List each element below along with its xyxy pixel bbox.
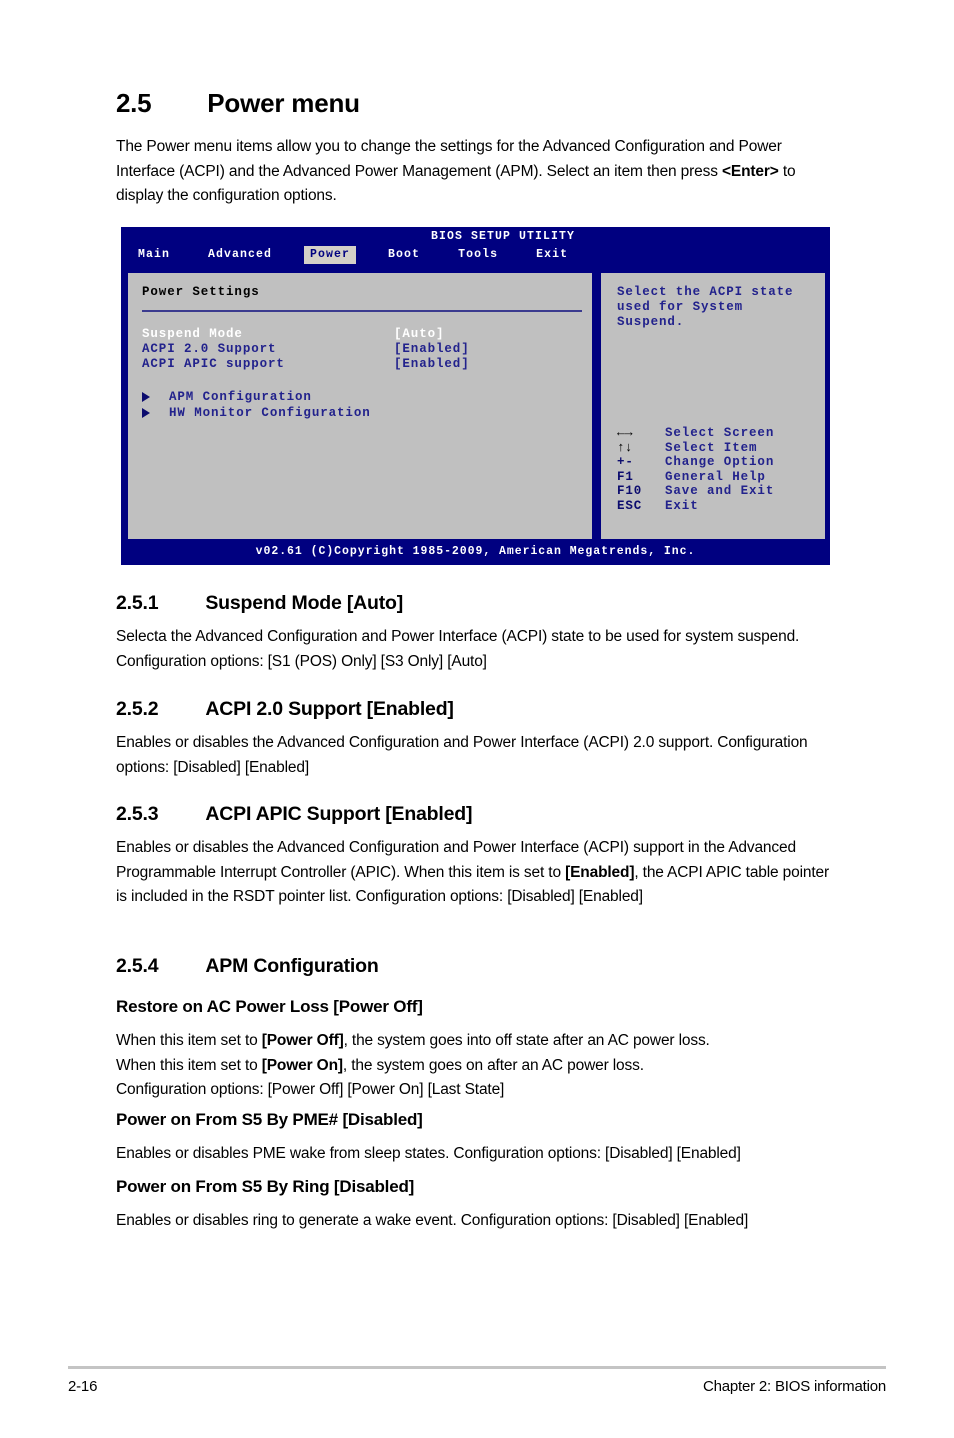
bios-option-acpi-20-support[interactable]: ACPI 2.0 Support [Enabled] [142, 342, 582, 357]
section-number: 2.5 [116, 88, 152, 118]
bios-option-suspend-mode[interactable]: Suspend Mode [Auto] [142, 327, 582, 342]
legend-item-save-and-exit: F10 Save and Exit [617, 484, 807, 499]
intro-enter-key: <Enter> [722, 162, 779, 180]
footer-chapter-label: Chapter 2: BIOS information [702, 1378, 886, 1395]
heading-2-5-4: 2.5.4 APM Configuration [116, 955, 856, 978]
subsection-title: ACPI 2.0 Support [Enabled] [205, 698, 454, 720]
tab-power[interactable]: Power [304, 246, 357, 264]
legend-key: ESC [617, 498, 643, 513]
submenu-arrow-icon [142, 392, 150, 402]
paragraph-power-on-from-s5-by-ring: Enables or disables ring to generate a w… [116, 1212, 749, 1229]
bios-key-legend: ←→ Select Screen ↑↓ Select Item +- Chang… [617, 425, 807, 514]
paragraph-2-5-3: Enables or disables the Advanced Configu… [116, 836, 832, 910]
option-label: ACPI 2.0 Support [142, 342, 277, 356]
bios-option-list: Suspend Mode [Auto] ACPI 2.0 Support [En… [142, 327, 582, 372]
footer-page-number: 2-16 [68, 1378, 98, 1395]
legend-label: Select Screen [665, 426, 775, 440]
legend-item-general-help: F1 General Help [617, 470, 807, 485]
line1-part1: When this item set to [116, 1032, 262, 1049]
legend-key: +- [617, 455, 634, 469]
bios-setup-screenshot: BIOS SETUP UTILITY Main Advanced Power B… [121, 227, 830, 565]
heading-restore-on-ac-power-loss: Restore on AC Power Loss [Power Off] [116, 997, 423, 1016]
panel-divider [142, 310, 582, 312]
bios-option-acpi-apic-support[interactable]: ACPI APIC support [Enabled] [142, 357, 582, 372]
submenu-label: HW Monitor Configuration [169, 406, 371, 420]
heading-2-5-1: 2.5.1 Suspend Mode [Auto] [116, 592, 856, 615]
tab-exit[interactable]: Exit [530, 246, 574, 264]
help-description: Select the ACPI state used for System Su… [617, 285, 794, 329]
footer-divider [68, 1366, 886, 1369]
legend-item-exit: ESC Exit [617, 499, 807, 514]
bios-submenu-hw-monitor-configuration[interactable]: HW Monitor Configuration [142, 405, 582, 421]
option-label: Suspend Mode [142, 327, 243, 341]
arrow-up-down-icon: ↑↓ [617, 439, 633, 455]
document-page: 2.5 Power menu The Power menu items allo… [0, 0, 954, 1438]
subsection-number: 2.5.2 [116, 698, 159, 720]
tab-boot[interactable]: Boot [382, 246, 426, 264]
subsection-title: ACPI APIC Support [Enabled] [205, 803, 473, 825]
heading-power-on-from-s5-by-pme: Power on From S5 By PME# [Disabled] [116, 1110, 423, 1129]
bios-body: Power Settings Suspend Mode [Auto] ACPI … [126, 271, 827, 541]
panel-title: Power Settings [142, 285, 260, 299]
subsection-number: 2.5.1 [116, 592, 159, 614]
bios-menu-tabs: Main Advanced Power Boot Tools Exit [132, 246, 600, 264]
heading-2-5-2: 2.5.2 ACPI 2.0 Support [Enabled] [116, 698, 856, 721]
paragraph-bold-enabled: [Enabled] [565, 863, 635, 881]
submenu-label: APM Configuration [169, 390, 312, 404]
submenu-arrow-icon [142, 408, 150, 418]
bios-help-panel: Select the ACPI state used for System Su… [599, 271, 827, 541]
bios-submenu-apm-configuration[interactable]: APM Configuration [142, 389, 582, 405]
paragraph-power-on-from-s5-by-pme: Enables or disables PME wake from sleep … [116, 1145, 741, 1162]
tab-advanced[interactable]: Advanced [202, 246, 278, 264]
tab-main[interactable]: Main [132, 246, 176, 264]
legend-label: Save and Exit [665, 484, 775, 498]
intro-paragraph: The Power menu items allow you to change… [116, 135, 828, 209]
paragraph-2-5-2: Enables or disables the Advanced Configu… [116, 734, 808, 776]
paragraph-2-5-1: Selecta the Advanced Configuration and P… [116, 628, 800, 670]
section-title: Power menu [207, 88, 360, 118]
subsection-title: Suspend Mode [Auto] [205, 592, 404, 614]
legend-item-select-item: ↑↓ Select Item [617, 439, 807, 456]
legend-label: Select Item [665, 440, 758, 455]
legend-label: Exit [665, 498, 699, 513]
intro-text-part1: The Power menu items allow you to change… [116, 138, 782, 180]
legend-key: F1 [617, 469, 634, 484]
paragraph-restore-on-ac-power-loss: When this item set to [Power Off], the s… [116, 1029, 832, 1103]
page-title: 2.5 Power menu [116, 88, 836, 119]
line1-part2: , the system goes into off state after a… [343, 1032, 710, 1049]
heading-2-5-3: 2.5.3 ACPI APIC Support [Enabled] [116, 803, 856, 826]
arrow-left-right-icon: ←→ [617, 425, 633, 440]
bios-submenu-list: APM Configuration HW Monitor Configurati… [142, 389, 582, 421]
line1-bold-power-off: [Power Off] [261, 1032, 344, 1049]
bios-copyright-bar: v02.61 (C)Copyright 1985-2009, American … [122, 539, 829, 564]
line3-config-options: Configuration options: [Power Off] [Powe… [116, 1081, 505, 1098]
heading-power-on-from-s5-by-ring: Power on From S5 By Ring [Disabled] [116, 1177, 415, 1196]
line2-part2: , the system goes on after an AC power l… [342, 1056, 644, 1074]
legend-label: General Help [665, 469, 766, 484]
line2-bold-power-on: [Power On] [261, 1056, 343, 1074]
subsection-title: APM Configuration [205, 955, 379, 977]
subsection-number: 2.5.4 [116, 955, 159, 977]
subsection-number: 2.5.3 [116, 803, 159, 825]
bios-utility-title: BIOS SETUP UTILITY [430, 230, 576, 243]
legend-item-select-screen: ←→ Select Screen [617, 425, 807, 441]
legend-key: F10 [617, 484, 643, 498]
option-label: ACPI APIC support [142, 357, 285, 371]
line2-part1: When this item set to [116, 1056, 262, 1074]
tab-tools[interactable]: Tools [452, 246, 504, 264]
legend-label: Change Option [665, 455, 775, 469]
option-value: [Enabled] [394, 342, 470, 356]
option-value: [Auto] [394, 327, 445, 341]
option-value: [Enabled] [394, 357, 470, 371]
legend-item-change-option: +- Change Option [617, 455, 807, 470]
bios-titlebar: BIOS SETUP UTILITY Main Advanced Power B… [122, 228, 829, 271]
bios-settings-panel: Power Settings Suspend Mode [Auto] ACPI … [126, 271, 594, 541]
